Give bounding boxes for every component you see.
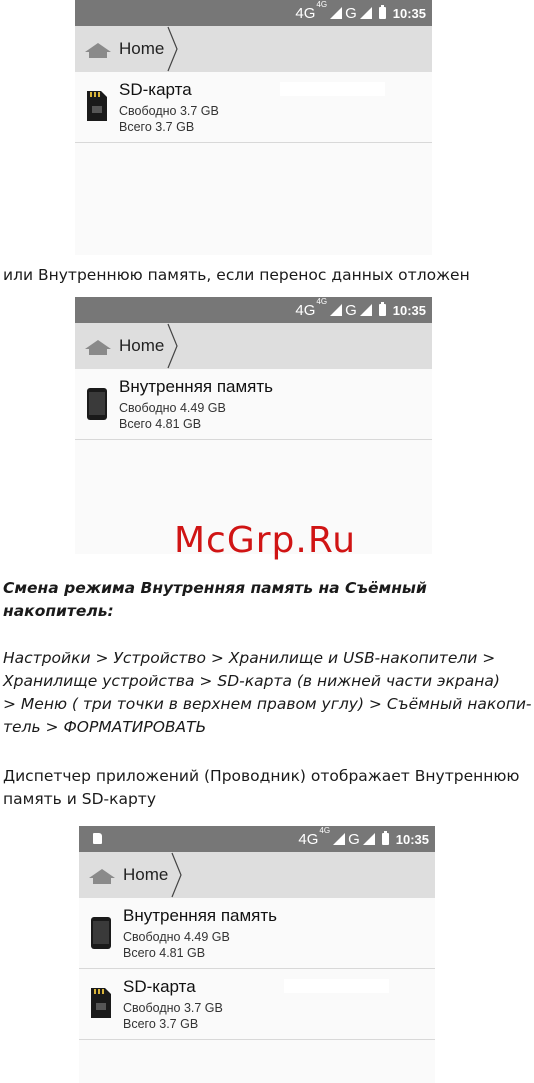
breadcrumb-home[interactable]: Home <box>123 865 168 885</box>
settings-path: Настройки > Устройство > Хранилище и USB… <box>3 649 532 736</box>
storage-free: Свободно 4.49 GB <box>119 401 226 415</box>
clock: 10:35 <box>395 831 429 847</box>
breadcrumb: Home <box>75 26 432 72</box>
storage-item-sd[interactable]: SD-карта Свободно 3.7 GB Всего 3.7 GB <box>79 969 435 1040</box>
home-icon[interactable] <box>85 339 111 355</box>
storage-total: Всего 4.81 GB <box>119 417 202 431</box>
status-bar: 4G4G G 10:35 <box>75 0 432 26</box>
breadcrumb: Home <box>79 852 435 898</box>
explorer-description: Диспетчер приложений (Проводник) отображ… <box>3 767 520 808</box>
signal-icon <box>330 7 343 19</box>
storage-free: Свободно 4.49 GB <box>123 930 230 944</box>
heading-mode-change: Смена режима Внутренняя память на Съёмны… <box>3 579 427 620</box>
network-4g: 4G4G <box>298 826 331 848</box>
status-bar: 4G4G G 10:35 <box>75 297 432 323</box>
redaction-bar <box>284 979 389 993</box>
breadcrumb-home[interactable]: Home <box>119 336 164 356</box>
storage-total: Всего 4.81 GB <box>123 946 206 960</box>
battery-icon <box>381 831 389 845</box>
chevron-right-icon <box>167 26 178 72</box>
sd-card-notification-icon <box>93 833 102 844</box>
signal-icon <box>330 304 343 316</box>
battery-icon <box>378 5 386 19</box>
storage-free: Свободно 3.7 GB <box>119 104 219 118</box>
redaction-bar <box>280 82 385 96</box>
breadcrumb-home[interactable]: Home <box>119 39 164 59</box>
battery-icon <box>378 302 386 316</box>
screenshot-both-storages: 4G4G G 10:35 Home Внутренняя память Своб… <box>79 826 435 1083</box>
clock: 10:35 <box>392 302 426 318</box>
screenshot-sd-only: 4G4G G 10:35 Home SD-карта Свободно 3.7 … <box>75 0 432 255</box>
signal-icon <box>359 304 372 316</box>
screenshot-internal-only: 4G4G G 10:35 Home Внутренняя память Своб… <box>75 297 432 554</box>
storage-free: Свободно 3.7 GB <box>123 1001 223 1015</box>
storage-name: Внутренняя память <box>119 377 274 396</box>
sd-card-icon <box>87 91 107 121</box>
signal-icon <box>333 833 346 845</box>
network-4g: 4G4G <box>295 0 328 22</box>
sd-card-icon <box>91 988 111 1018</box>
storage-total: Всего 3.7 GB <box>123 1017 199 1031</box>
storage-item-internal[interactable]: Внутренняя память Свободно 4.49 GB Всего… <box>75 369 432 440</box>
network-g: G <box>348 830 360 848</box>
clock: 10:35 <box>392 5 426 21</box>
caption-or-internal: или Внутреннюю память, если перенос данн… <box>3 266 470 284</box>
chevron-right-icon <box>171 852 182 898</box>
signal-icon <box>359 7 372 19</box>
storage-name: SD-карта <box>123 977 196 996</box>
network-g: G <box>345 4 357 22</box>
watermark: McGrp.Ru <box>174 520 357 561</box>
storage-name: SD-карта <box>119 80 192 99</box>
storage-item-internal[interactable]: Внутренняя память Свободно 4.49 GB Всего… <box>79 898 435 969</box>
breadcrumb: Home <box>75 323 432 369</box>
network-g: G <box>345 301 357 319</box>
storage-total: Всего 3.7 GB <box>119 120 195 134</box>
home-icon[interactable] <box>89 868 115 884</box>
status-bar: 4G4G G 10:35 <box>79 826 435 852</box>
home-icon[interactable] <box>85 42 111 58</box>
storage-item-sd[interactable]: SD-карта Свободно 3.7 GB Всего 3.7 GB <box>75 72 432 143</box>
network-4g: 4G4G <box>295 297 328 319</box>
phone-icon <box>87 388 107 420</box>
storage-name: Внутренняя память <box>123 906 278 925</box>
chevron-right-icon <box>167 323 178 369</box>
phone-icon <box>91 917 111 949</box>
signal-icon <box>362 833 375 845</box>
